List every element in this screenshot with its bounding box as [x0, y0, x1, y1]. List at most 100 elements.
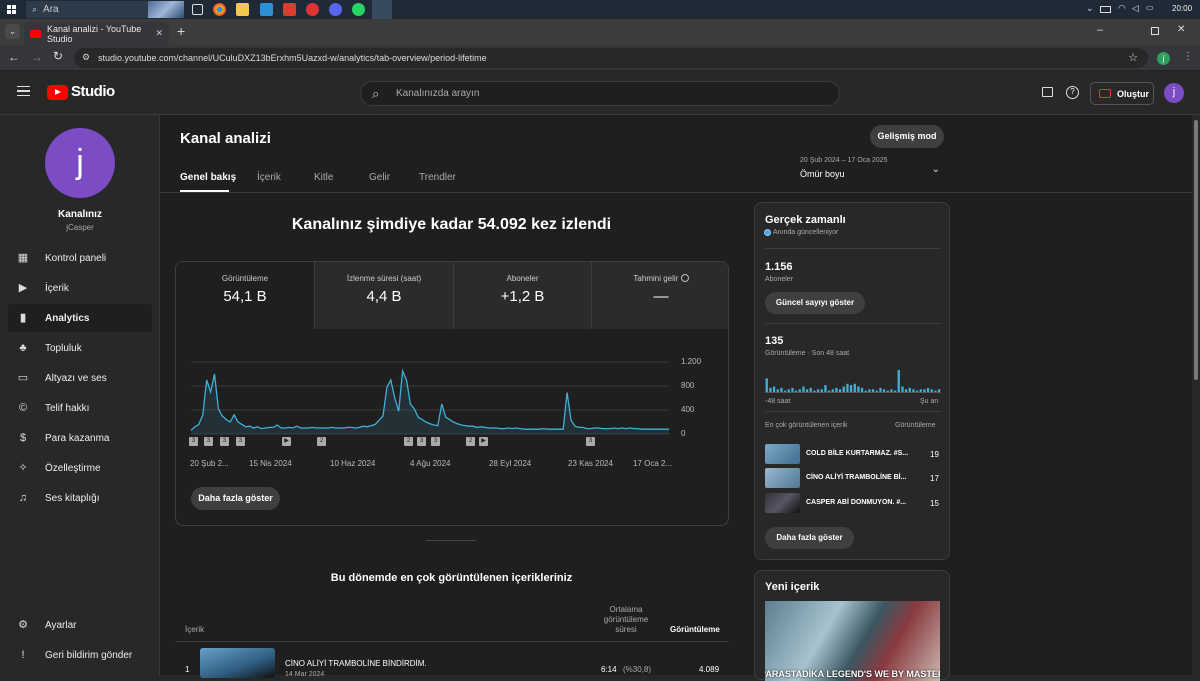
restore-icon[interactable]: [1151, 27, 1159, 35]
profile-avatar[interactable]: j: [1157, 52, 1170, 65]
rt-bar[interactable]: [816, 389, 820, 393]
chrome-active-icon[interactable]: [372, 0, 392, 19]
event-marker[interactable]: 3: [431, 437, 440, 446]
rt-bar[interactable]: [820, 389, 823, 393]
tab-trends[interactable]: Trendler: [419, 172, 456, 183]
nav-audio-library[interactable]: ♫ Ses kitaplığı: [8, 484, 152, 512]
nav-settings[interactable]: ⚙ Ayarlar: [8, 611, 152, 639]
back-icon[interactable]: ←: [8, 50, 20, 64]
rt-bar[interactable]: [809, 387, 812, 392]
advanced-mode-button[interactable]: Gelişmiş mod: [870, 125, 944, 148]
rt-bar[interactable]: [886, 390, 889, 392]
menu-hamburger-icon[interactable]: [17, 86, 30, 96]
rt-bar[interactable]: [908, 387, 911, 392]
nav-send-feedback[interactable]: ! Geri bildirim gönder: [8, 641, 152, 669]
rt-bar[interactable]: [805, 389, 809, 393]
media-player-icon[interactable]: [306, 3, 319, 16]
metric-views[interactable]: Görüntüleme 54,1 B: [176, 262, 314, 329]
discord-icon[interactable]: [329, 3, 342, 16]
rt-bar[interactable]: [857, 386, 860, 393]
close-window-icon[interactable]: ✕: [1177, 24, 1185, 35]
clock[interactable]: 20:00: [1172, 4, 1192, 13]
rt-bar[interactable]: [901, 386, 904, 393]
rt-bar[interactable]: [897, 370, 900, 392]
rt-bar[interactable]: [912, 389, 915, 393]
minimize-icon[interactable]: –: [1097, 24, 1103, 36]
list-item[interactable]: CASPER ABİ DONMUYON. #... 15: [765, 492, 941, 514]
col-avg-duration-header[interactable]: Ortalama görüntüleme süresi: [600, 605, 652, 635]
rt-bar[interactable]: [787, 389, 790, 393]
nav-copyright[interactable]: © Telif hakkı: [8, 394, 152, 422]
whatsapp-icon[interactable]: [352, 3, 365, 16]
forward-icon[interactable]: →: [31, 50, 43, 64]
rt-bar[interactable]: [926, 387, 930, 392]
rt-bar[interactable]: [875, 390, 878, 392]
event-marker[interactable]: 3: [417, 437, 426, 446]
views-line-chart[interactable]: [176, 342, 729, 467]
rt-bar[interactable]: [831, 389, 834, 393]
file-explorer-icon[interactable]: [236, 3, 249, 16]
help-icon[interactable]: ?: [1066, 86, 1079, 99]
rt-bar[interactable]: [842, 386, 845, 393]
nav-community[interactable]: ♣ Topluluk: [8, 334, 152, 362]
studio-logo-text[interactable]: Studio: [71, 83, 115, 100]
rt-bar[interactable]: [783, 390, 787, 392]
account-avatar[interactable]: j: [1164, 83, 1184, 103]
address-bar[interactable]: ⚙ studio.youtube.com/channel/UCuluDXZ13b…: [74, 48, 1148, 68]
rt-bar[interactable]: [813, 390, 816, 392]
event-marker[interactable]: 3: [189, 437, 198, 446]
rt-bar[interactable]: [824, 385, 827, 392]
list-item[interactable]: CİNO ALİYİ TRAMBOLİNE Bİ... 17: [765, 467, 941, 489]
task-view-icon[interactable]: [192, 4, 203, 15]
rt-bar[interactable]: [923, 389, 926, 393]
rt-bar[interactable]: [772, 386, 776, 393]
channel-avatar[interactable]: j: [45, 128, 115, 198]
rt-bar[interactable]: [802, 386, 805, 393]
tab-search-icon[interactable]: ⌄: [5, 24, 20, 39]
rt-bar[interactable]: [904, 389, 908, 393]
rt-bar[interactable]: [893, 390, 897, 392]
nav-analytics[interactable]: ▮ Analytics: [8, 304, 152, 332]
site-info-icon[interactable]: ⚙: [82, 52, 90, 63]
metric-subscribers[interactable]: Aboneler +1,2 B: [453, 262, 591, 329]
event-marker[interactable]: 3: [236, 437, 245, 446]
windows-start-icon[interactable]: [7, 5, 16, 14]
show-more-button[interactable]: Daha fazla göster: [191, 487, 280, 510]
rt-bar[interactable]: [937, 389, 941, 393]
app-red-icon[interactable]: [283, 3, 296, 16]
rt-bar[interactable]: [919, 389, 922, 393]
tray-chevron-icon[interactable]: ⌄: [1086, 3, 1094, 14]
rt-bar[interactable]: [765, 378, 768, 393]
tab-content[interactable]: İçerik: [257, 172, 281, 183]
chrome-icon[interactable]: [213, 3, 226, 16]
metric-revenue[interactable]: Tahmini gelir —: [591, 262, 728, 329]
new-tab-icon[interactable]: +: [177, 23, 185, 39]
browser-tab[interactable]: Kanal analizi - YouTube Studio ✕: [24, 22, 169, 45]
rt-bar[interactable]: [776, 389, 779, 393]
series-line[interactable]: [190, 368, 669, 431]
rt-bar[interactable]: [838, 389, 842, 393]
page-scrollbar[interactable]: [1192, 115, 1200, 675]
rt-bar[interactable]: [860, 387, 864, 392]
rt-bar[interactable]: [791, 387, 794, 392]
channel-search-input[interactable]: ⌕ Kanalınızda arayın: [360, 81, 840, 106]
nav-subtitles[interactable]: ▭ Altyazı ve ses: [8, 364, 152, 392]
scrollbar-thumb[interactable]: [1194, 120, 1198, 380]
col-views-header[interactable]: Görüntüleme: [670, 625, 720, 634]
rt-bar[interactable]: [853, 383, 856, 393]
period-selector[interactable]: 20 Şub 2024 – 17 Oca 2025 Ömür boyu ⌄: [800, 157, 945, 187]
table-row[interactable]: 1 CİNO ALİYİ TRAMBOLİNE BİNDİRDİM. 14 Ma…: [175, 645, 729, 678]
rt-bar[interactable]: [846, 383, 849, 393]
live-count-button[interactable]: Güncel sayıyı göster: [765, 292, 865, 314]
event-marker[interactable]: 2: [404, 437, 413, 446]
rt-bar[interactable]: [890, 389, 893, 393]
reload-icon[interactable]: ↻: [53, 49, 63, 63]
rt-bar[interactable]: [849, 385, 853, 392]
realtime-show-more-button[interactable]: Daha fazla göster: [765, 527, 854, 549]
volume-icon[interactable]: ◁: [1132, 3, 1139, 14]
browser-menu-icon[interactable]: ⋮: [1183, 51, 1193, 62]
latest-thumbnail[interactable]: PARASTADİKA LEGEND'S WE BY MASTER: [765, 601, 940, 681]
rt-bar[interactable]: [934, 390, 937, 392]
event-marker[interactable]: ▶: [282, 437, 291, 446]
rt-bar[interactable]: [864, 390, 867, 392]
